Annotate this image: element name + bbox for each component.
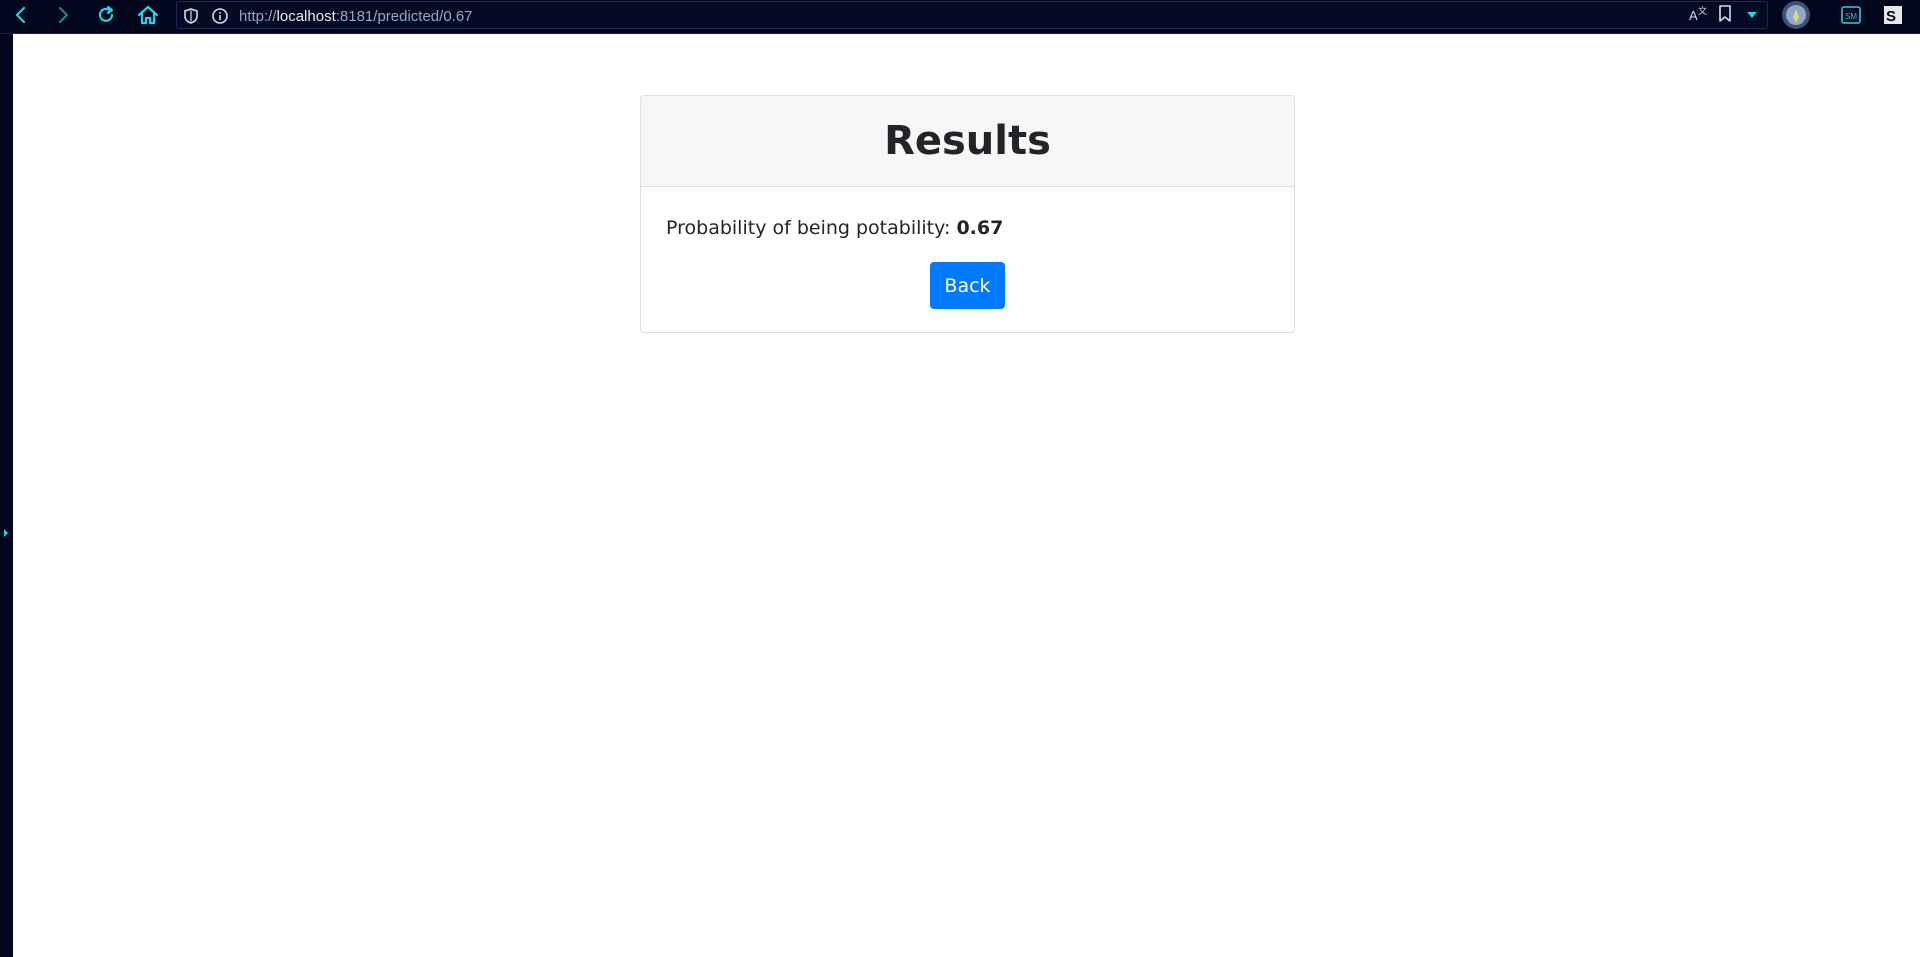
home-icon[interactable] [133,0,163,30]
url-bar[interactable]: http://localhost:8181/predicted/0.67 [176,1,1768,29]
chevron-down-icon[interactable] [1745,8,1759,26]
info-icon[interactable] [211,7,229,30]
back-button[interactable]: Back [930,262,1005,309]
avatar[interactable] [1780,0,1812,35]
shield-icon[interactable] [183,7,199,30]
svg-text:A: A [1689,8,1698,23]
url-host: localhost [276,8,336,25]
probability-value: 0.67 [956,217,1004,239]
card-body: Probability of being potability: 0.67 Ba… [641,187,1294,332]
sidebar-toggle-icon[interactable] [3,525,9,543]
probability-label: Probability of being potability: [666,217,957,239]
url-path: :8181/predicted/0.67 [335,8,473,25]
results-card: Results Probability of being potability:… [640,95,1295,333]
browser-toolbar: http://localhost:8181/predicted/0.67 A文 … [0,0,1920,34]
url-scheme: http:// [239,8,277,25]
url-text[interactable]: http://localhost:8181/predicted/0.67 [239,8,473,25]
card-header: Results [641,96,1294,187]
reload-icon[interactable] [91,0,121,30]
forward-arrow-icon[interactable] [48,0,78,30]
extension-icon[interactable]: S [1883,5,1903,30]
probability-text: Probability of being potability: 0.67 [666,217,1003,239]
sidebar-strip [0,34,13,957]
bookmark-icon[interactable] [1717,4,1733,29]
svg-text:SM: SM [1845,12,1857,21]
extension-icon[interactable]: SM [1841,5,1861,30]
back-arrow-icon[interactable] [6,0,36,30]
translate-icon[interactable]: A文 [1688,4,1708,29]
svg-text:S: S [1886,8,1896,25]
page-title: Results [884,118,1051,164]
svg-text:文: 文 [1698,5,1707,16]
